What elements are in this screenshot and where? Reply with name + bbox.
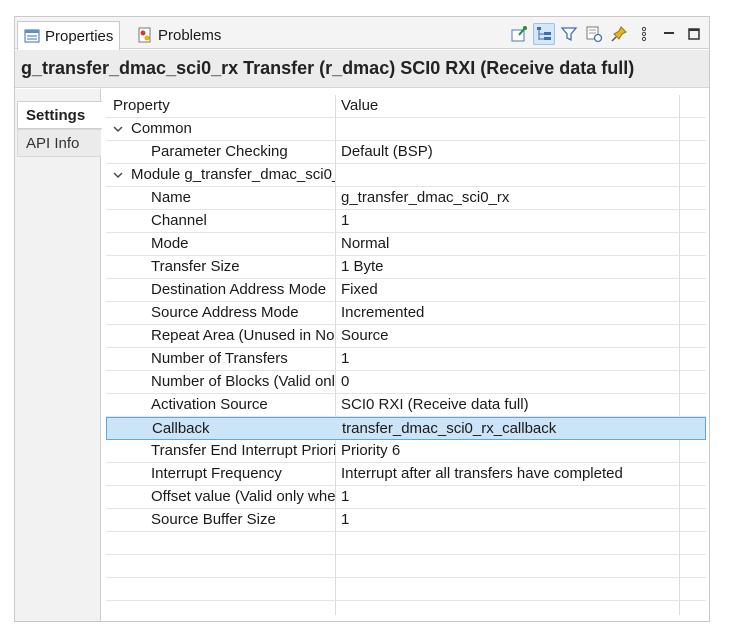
property-value[interactable]: 0: [341, 371, 679, 393]
property-value[interactable]: Default (BSP): [341, 141, 679, 163]
side-tab-bar: Settings API Info: [15, 89, 102, 621]
property-name: Source Address Mode: [151, 304, 299, 321]
property-value[interactable]: Priority 6: [341, 440, 679, 462]
tab-problems-label: Problems: [158, 26, 222, 44]
table-row[interactable]: Interrupt Frequency Interrupt after all t…: [106, 463, 706, 486]
property-name: Number of Blocks (Valid only in Block Mo…: [151, 373, 335, 390]
configure-icon: [511, 26, 527, 42]
property-name: Source Buffer Size: [151, 511, 276, 528]
show-categories-icon: [537, 27, 551, 40]
property-name: Channel: [151, 212, 207, 229]
property-value[interactable]: Source: [341, 325, 679, 347]
restore-default-button[interactable]: [583, 23, 605, 45]
table-row[interactable]: Source Buffer Size 1: [106, 509, 706, 532]
property-value[interactable]: 1: [341, 509, 679, 531]
tab-problems[interactable]: Problems: [131, 21, 227, 49]
property-name: Callback: [152, 420, 210, 437]
property-value[interactable]: Interrupt after all transfers have compl…: [341, 463, 679, 485]
view-menu-icon: [641, 26, 647, 42]
property-value[interactable]: 1: [341, 348, 679, 370]
property-value[interactable]: 1: [341, 210, 679, 232]
pin-button[interactable]: [608, 23, 630, 45]
table-row[interactable]: Channel 1: [106, 210, 706, 233]
problems-icon: [137, 27, 153, 43]
page-title-text: g_transfer_dmac_sci0_rx Transfer (r_dmac…: [21, 58, 635, 78]
properties-view: Properties Problems g_transfer_dmac_sci0…: [14, 16, 710, 622]
table-row[interactable]: Transfer Size 1 Byte: [106, 256, 706, 279]
header-value[interactable]: Value: [341, 95, 679, 117]
view-menu-button[interactable]: [633, 23, 655, 45]
property-name: Name: [151, 189, 192, 206]
side-tab-settings[interactable]: Settings: [17, 101, 102, 129]
property-name: Module g_transfer_dmac_sci0_rx: [131, 166, 335, 183]
property-value[interactable]: [341, 118, 679, 140]
property-value[interactable]: Incremented: [341, 302, 679, 324]
show-categories-button[interactable]: [533, 23, 555, 45]
property-name: Number of Transfers: [151, 350, 288, 367]
property-name: Interrupt Frequency: [151, 465, 282, 482]
table-row[interactable]: Destination Address Mode Fixed: [106, 279, 706, 302]
empty-row: [106, 578, 706, 601]
property-value[interactable]: [341, 164, 679, 186]
table-row[interactable]: Source Address Mode Incremented: [106, 302, 706, 325]
table-row[interactable]: Offset value (Valid only when address mo…: [106, 486, 706, 509]
tree-group-row[interactable]: Common: [106, 118, 706, 141]
empty-row: [106, 555, 706, 578]
view-toolbar: [508, 23, 705, 45]
table-header: Property Value: [106, 95, 706, 118]
property-name: Parameter Checking: [151, 143, 288, 160]
table-row[interactable]: Activation Source SCI0 RXI (Receive data …: [106, 394, 706, 417]
table-row[interactable]: Transfer End Interrupt Priority Priority …: [106, 440, 706, 463]
property-value[interactable]: g_transfer_dmac_sci0_rx: [341, 187, 679, 209]
tab-properties[interactable]: Properties: [17, 21, 121, 50]
minimize-button[interactable]: [658, 23, 680, 45]
empty-row: [106, 601, 706, 621]
minimize-icon: [664, 32, 674, 34]
property-value[interactable]: 1: [341, 486, 679, 508]
property-name: Mode: [151, 235, 189, 252]
configure-button[interactable]: [508, 23, 530, 45]
table-row[interactable]: Number of Transfers 1: [106, 348, 706, 371]
side-tab-api-info[interactable]: API Info: [17, 129, 101, 157]
tree-group-row[interactable]: Module g_transfer_dmac_sci0_rx: [106, 164, 706, 187]
filter-icon: [560, 27, 578, 42]
maximize-icon: [688, 28, 700, 40]
properties-icon: [24, 28, 40, 44]
empty-row: [106, 532, 706, 555]
tab-properties-label: Properties: [45, 27, 114, 45]
property-value[interactable]: Normal: [341, 233, 679, 255]
page-title: g_transfer_dmac_sci0_rx Transfer (r_dmac…: [15, 50, 709, 88]
property-name: Transfer End Interrupt Priority: [151, 442, 335, 459]
property-value[interactable]: 1 Byte: [341, 256, 679, 278]
maximize-button[interactable]: [683, 23, 705, 45]
property-name: Repeat Area (Unused in Normal Mode): [151, 327, 335, 344]
property-name: Offset value (Valid only when address mo…: [151, 488, 335, 505]
table-row[interactable]: Name g_transfer_dmac_sci0_rx: [106, 187, 706, 210]
property-value[interactable]: transfer_dmac_sci0_rx_callback: [342, 418, 680, 440]
property-name: Destination Address Mode: [151, 281, 327, 298]
restore-default-icon: [586, 26, 603, 43]
property-value[interactable]: Fixed: [341, 279, 679, 301]
table-row[interactable]: Repeat Area (Unused in Normal Mode) Sourc…: [106, 325, 706, 348]
table-row[interactable]: Parameter Checking Default (BSP): [106, 141, 706, 164]
view-tab-bar: Properties Problems: [15, 17, 709, 50]
pin-icon: [611, 26, 627, 42]
property-name: Activation Source: [151, 396, 268, 413]
table-row[interactable]: Number of Blocks (Valid only in Block Mo…: [106, 371, 706, 394]
filter-button[interactable]: [558, 23, 580, 45]
property-table: Property Value Common Parameter Checking D…: [106, 95, 706, 615]
table-row[interactable]: Mode Normal: [106, 233, 706, 256]
table-row[interactable]: Callback transfer_dmac_sci0_rx_callback: [106, 417, 706, 440]
property-name: Transfer Size: [151, 258, 240, 275]
property-value[interactable]: SCI0 RXI (Receive data full): [341, 394, 679, 416]
header-property[interactable]: Property: [106, 95, 335, 117]
property-name: Common: [131, 120, 192, 137]
